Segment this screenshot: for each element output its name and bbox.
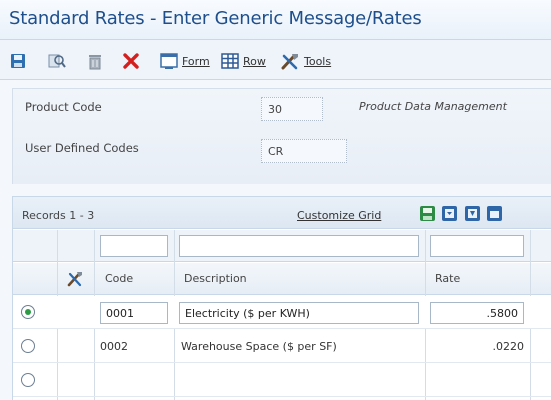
delete-button[interactable] <box>88 50 102 72</box>
udc-label: User Defined Codes <box>25 141 139 155</box>
product-code-description: Product Data Management <box>359 100 507 113</box>
tools-menu[interactable]: Tools <box>280 50 331 72</box>
product-code-field: 30 <box>261 97 323 121</box>
find-icon <box>48 54 66 68</box>
export-icon[interactable] <box>441 205 458 222</box>
trash-icon <box>89 54 101 69</box>
rate-cell[interactable]: .0220 <box>430 330 525 363</box>
column-header-code[interactable]: Code <box>105 263 133 295</box>
grid-header: Records 1 - 3 Customize Grid <box>13 197 551 229</box>
title-bar: Standard Rates - Enter Generic Message/R… <box>0 0 551 40</box>
code-cell-input[interactable] <box>100 302 168 324</box>
tools-icon <box>281 54 298 70</box>
header-panel: Product Code 30 Product Data Management … <box>12 88 551 184</box>
table-row[interactable]: 0002 Warehouse Space ($ per SF) .0220 <box>13 330 551 363</box>
row-menu[interactable]: Row <box>221 50 266 72</box>
grid-save-icon[interactable] <box>419 205 436 222</box>
toolbar: Form Row Tools <box>0 40 551 80</box>
save-button[interactable] <box>10 50 26 72</box>
column-header-description[interactable]: Description <box>184 263 247 295</box>
table-row[interactable] <box>13 364 551 397</box>
code-cell[interactable]: 0002 <box>100 330 128 363</box>
udc-field: CR <box>261 139 347 163</box>
grid-tools-icon[interactable] <box>67 271 83 287</box>
description-cell[interactable]: Warehouse Space ($ per SF) <box>181 330 337 363</box>
form-menu[interactable]: Form <box>160 50 210 72</box>
row-menu-label: Row <box>243 54 266 68</box>
row-select-radio[interactable] <box>21 373 35 387</box>
save-icon <box>11 54 25 68</box>
qbe-code-input[interactable] <box>100 235 168 257</box>
cancel-icon <box>123 53 139 69</box>
product-code-label: Product Code <box>25 100 102 114</box>
find-button[interactable] <box>48 50 66 72</box>
customize-grid-link[interactable]: Customize Grid <box>297 209 381 222</box>
records-count: Records 1 - 3 <box>22 209 95 222</box>
qbe-description-input[interactable] <box>179 235 419 257</box>
import-icon[interactable] <box>464 205 481 222</box>
form-menu-label: Form <box>182 54 210 68</box>
grid-panel: Records 1 - 3 Customize Grid Code Descri… <box>12 196 551 400</box>
description-cell-input[interactable] <box>179 302 419 324</box>
page-title: Standard Rates - Enter Generic Message/R… <box>9 8 422 29</box>
row-icon <box>221 53 239 69</box>
cancel-button[interactable] <box>123 50 139 72</box>
row-select-radio[interactable] <box>21 305 35 319</box>
rate-cell-input[interactable] <box>430 302 524 324</box>
maximize-grid-icon[interactable] <box>486 205 503 222</box>
table-row[interactable] <box>13 296 551 329</box>
form-icon <box>160 53 178 69</box>
tools-menu-label: Tools <box>304 54 332 68</box>
qbe-rate-input[interactable] <box>430 235 524 257</box>
row-select-radio[interactable] <box>21 339 35 353</box>
column-header-rate[interactable]: Rate <box>435 263 460 295</box>
